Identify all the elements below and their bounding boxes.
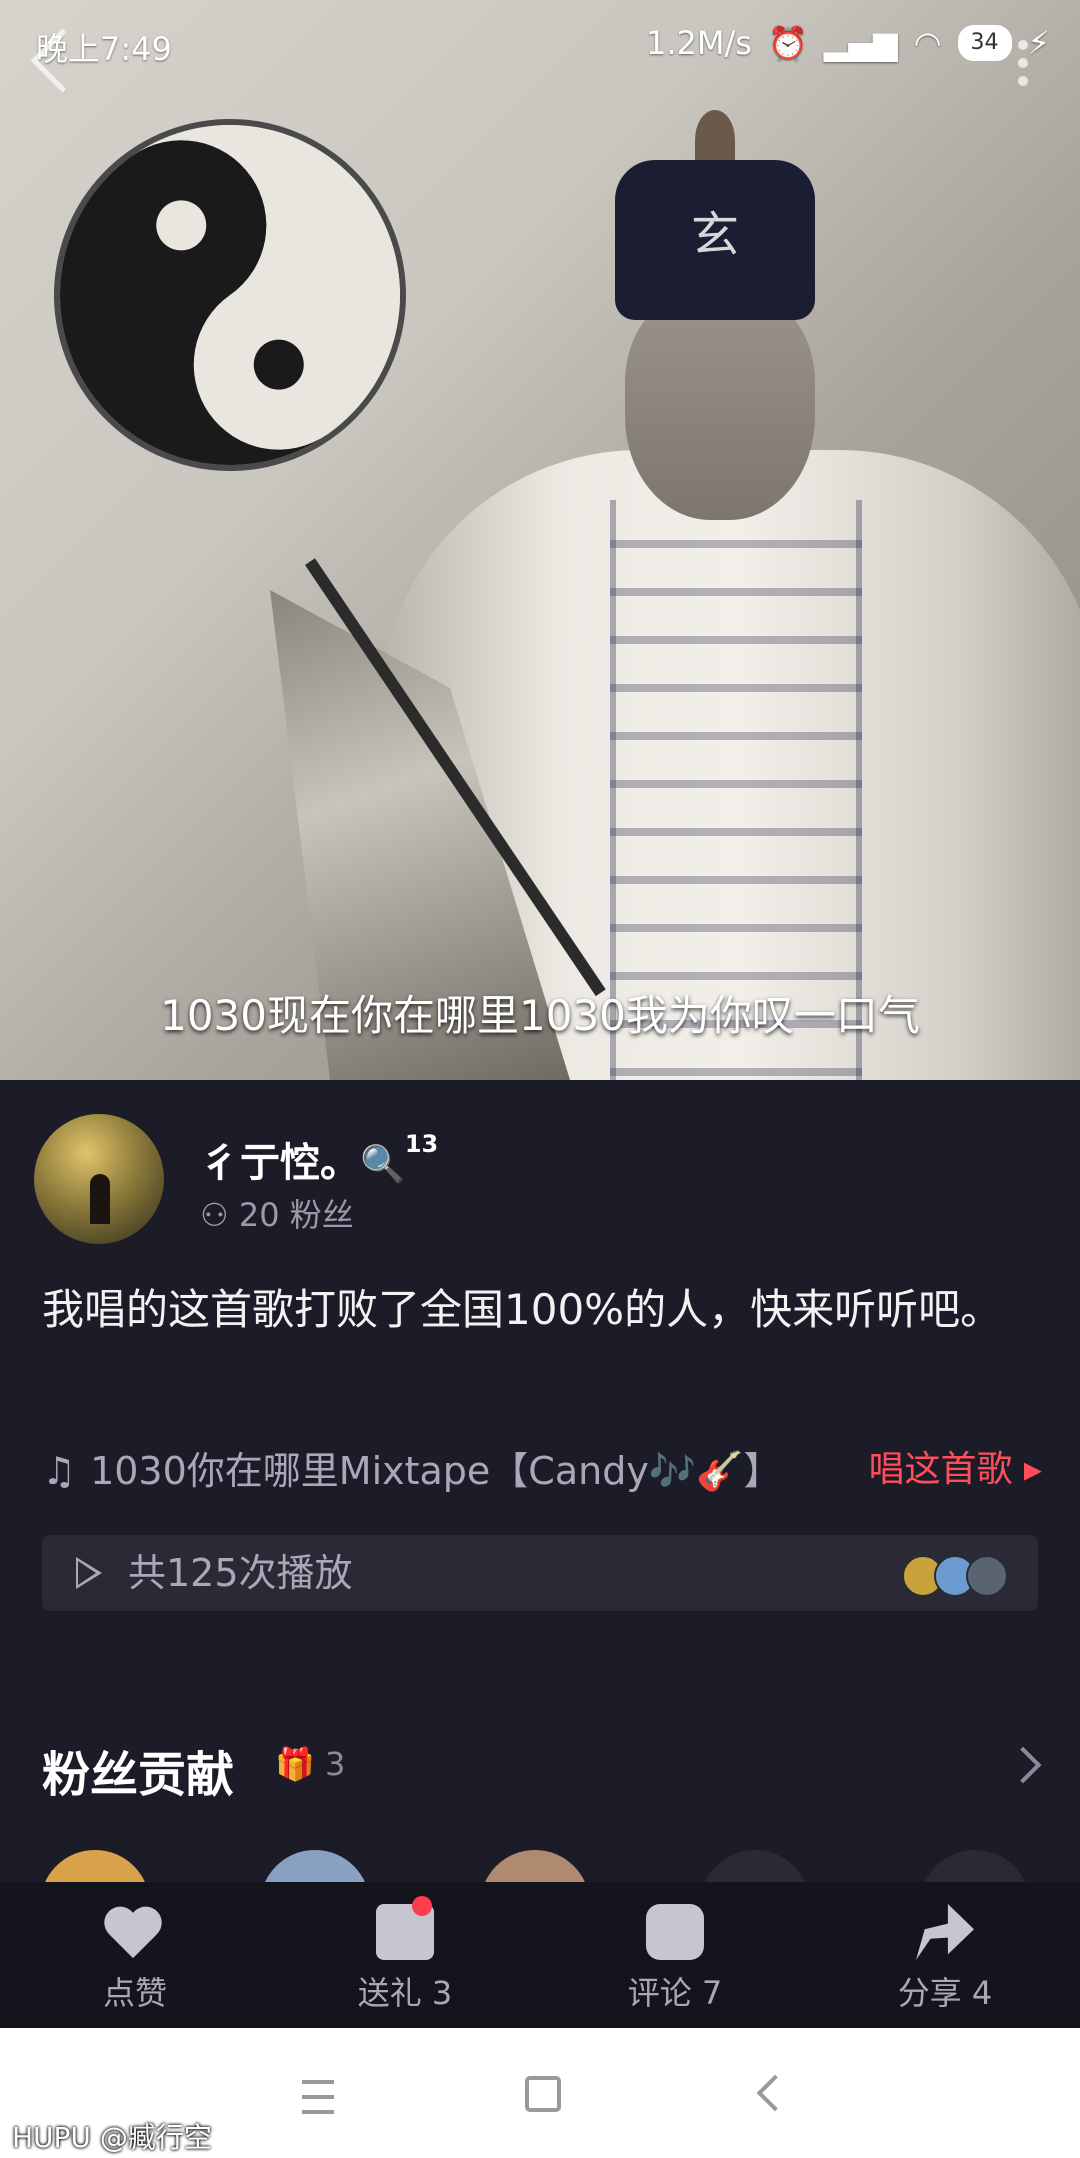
home-icon[interactable] <box>525 2076 561 2112</box>
battery-icon: 34 <box>957 25 1012 61</box>
face <box>625 290 815 520</box>
share-button[interactable]: 分享 4 <box>810 1882 1080 2028</box>
chevron-right-icon[interactable] <box>1004 1746 1042 1784</box>
song-description: 我唱的这首歌打败了全国100%的人，快来听听吧。 <box>42 1285 1003 1334</box>
share-icon <box>916 1904 974 1960</box>
like-label: 点赞 <box>102 1974 167 2012</box>
more-options-icon[interactable] <box>1018 40 1030 100</box>
user-name[interactable]: 彳亍悾。🔍13 <box>200 1130 438 1188</box>
song-title: 1030你在哪里Mixtape【Candy🎶🎸】 <box>90 1449 782 1493</box>
status-right: 1.2M/s ⏰ ▂▄▆ ◠ 34 ⚡ <box>646 24 1050 62</box>
watermark: HUPU @臧行空 <box>12 2121 212 2154</box>
gift-count: 🎁 3 <box>275 1745 346 1783</box>
comment-label: 评论 7 <box>627 1974 723 2012</box>
video-cover-image[interactable]: 玄 1030现在你在哪里1030我为你叹一口气 <box>0 0 1080 1080</box>
play-count: 共125次播放 <box>128 1551 353 1595</box>
signal-icon: ▂▄▆ <box>823 24 898 62</box>
system-back-icon[interactable] <box>756 2074 794 2112</box>
level-badge-icon: 🔍 <box>360 1144 405 1185</box>
action-bar: 点赞 送礼 3 评论 7 分享 4 <box>0 1882 1080 2028</box>
share-label: 分享 4 <box>897 1974 993 2012</box>
notification-dot <box>412 1896 432 1916</box>
recent-apps-icon[interactable] <box>302 2080 334 2114</box>
wifi-icon: ◠ <box>913 24 942 62</box>
comment-icon <box>646 1904 704 1960</box>
user-avatar[interactable] <box>34 1114 164 1244</box>
gift-label: 送礼 3 <box>357 1974 453 2012</box>
gift-button[interactable]: 送礼 3 <box>270 1882 540 2028</box>
status-bar: 晚上7:49 1.2M/s ⏰ ▂▄▆ ◠ 34 ⚡ <box>0 0 1080 90</box>
play-count-bar[interactable]: 共125次播放 <box>42 1535 1038 1611</box>
person-icon: ⚇ <box>200 1196 239 1234</box>
music-note-icon: ♫ <box>42 1449 77 1493</box>
play-icon <box>76 1557 102 1589</box>
lyric-subtitle: 1030现在你在哪里1030我为你叹一口气 <box>160 991 920 1040</box>
comment-button[interactable]: 评论 7 <box>540 1882 810 2028</box>
listener-avatars <box>902 1555 1008 1597</box>
like-button[interactable]: 点赞 <box>0 1882 270 2028</box>
gift-icon: 🎁 <box>275 1745 326 1783</box>
heart-icon <box>106 1904 164 1960</box>
alarm-icon: ⏰ <box>767 24 808 62</box>
hat-character: 玄 <box>690 207 739 263</box>
fan-contribution-title: 粉丝贡献 <box>42 1747 235 1803</box>
sing-this-song-button[interactable]: 唱这首歌 ▸ <box>868 1440 1042 1492</box>
user-level: 13 <box>404 1130 439 1158</box>
network-speed: 1.2M/s <box>645 24 752 62</box>
song-row[interactable]: ♫ 1030你在哪里Mixtape【Candy🎶🎸】 唱这首歌 ▸ <box>42 1440 1042 1500</box>
charging-icon: ⚡ <box>1027 24 1050 62</box>
song-info-panel: 彳亍悾。🔍13 ⚇ 20 粉丝 我唱的这首歌打败了全国100%的人，快来听听吧。… <box>0 1080 1080 1960</box>
fans-count: ⚇ 20 粉丝 <box>200 1196 354 1234</box>
